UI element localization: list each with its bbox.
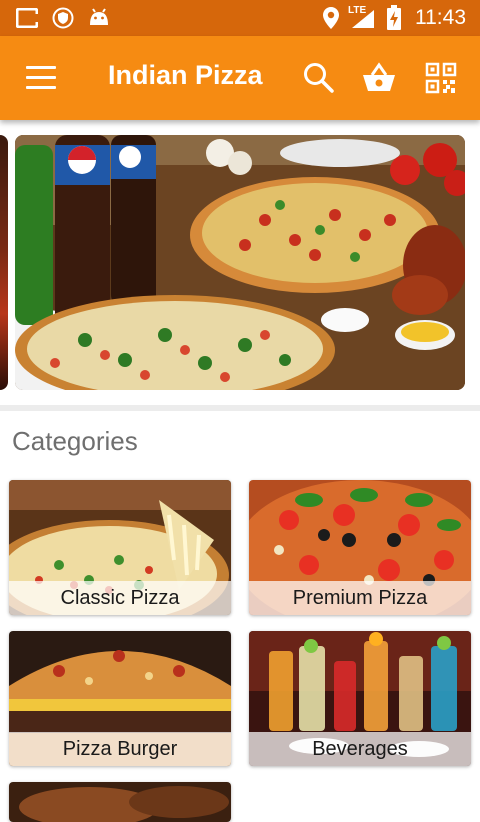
location-icon [323, 7, 339, 29]
menu-icon[interactable] [26, 66, 56, 90]
app-c-icon [16, 8, 38, 28]
category-card-classic-pizza[interactable]: Classic Pizza [9, 480, 231, 615]
category-label: Pizza Burger [62, 738, 178, 760]
category-card-partial[interactable] [9, 782, 231, 822]
categories-heading: Categories [12, 426, 138, 456]
signal-icon [352, 10, 374, 28]
search-icon[interactable] [302, 61, 336, 95]
basket-icon[interactable] [362, 61, 396, 95]
battery-icon [387, 5, 401, 30]
section-divider [0, 405, 480, 411]
category-image-partial [9, 782, 231, 822]
shield-icon [52, 7, 74, 29]
app-title: Indian Pizza [108, 60, 263, 90]
promo-banner[interactable] [15, 135, 465, 390]
app-bar: Indian Pizza [0, 36, 480, 120]
category-label: Classic Pizza [60, 587, 180, 609]
promo-banner-image [15, 135, 465, 390]
status-bar: LTE 11:43 [0, 0, 480, 36]
qr-code-icon[interactable] [424, 61, 458, 95]
promo-banner-carousel[interactable] [0, 135, 480, 390]
category-label: Beverages [312, 738, 408, 760]
category-label: Premium Pizza [292, 587, 428, 609]
category-card-beverages[interactable]: Beverages [249, 631, 471, 766]
category-card-premium-pizza[interactable]: Premium Pizza [249, 480, 471, 615]
android-icon [90, 8, 108, 25]
category-card-pizza-burger[interactable]: Pizza Burger [9, 631, 231, 766]
banner-previous-slide[interactable] [0, 135, 8, 390]
status-time: 11:43 [415, 6, 466, 29]
